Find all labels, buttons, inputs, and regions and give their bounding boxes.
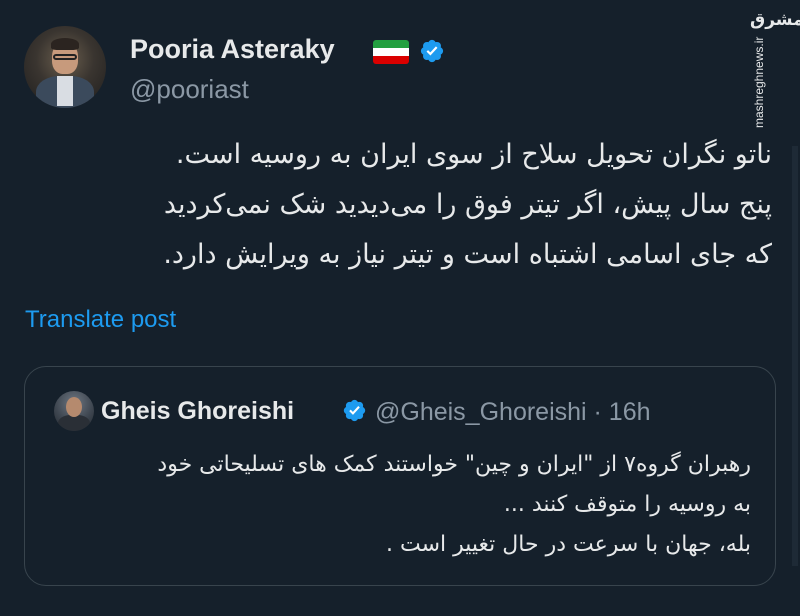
quoted-tweet-text: رهبران گروه۷ از "ایران و چین" خواستند کم…	[49, 445, 751, 565]
avatar-hair	[51, 38, 79, 50]
scrollbar[interactable]	[792, 146, 798, 566]
author-avatar[interactable]	[24, 26, 106, 108]
tweet-line: که جای اسامی اشتباه است و تیتر نیاز به و…	[163, 239, 772, 270]
quoted-avatar-body	[58, 415, 90, 431]
iran-flag-icon	[373, 40, 409, 64]
quoted-avatar-head	[66, 397, 82, 417]
flag-stripe-red	[373, 56, 409, 64]
flag-stripe-green	[373, 40, 409, 48]
quoted-author-handle-time[interactable]: @Gheis_Ghoreishi · 16h	[375, 398, 651, 427]
quoted-verified-badge-icon	[343, 399, 366, 422]
quoted-author-name[interactable]: Gheis Ghoreishi	[101, 397, 294, 426]
tweet-text: ناتو نگران تحویل سلاح از سوی ایران به رو…	[30, 130, 772, 280]
verified-badge-icon[interactable]	[419, 38, 445, 64]
tweet-line: ناتو نگران تحویل سلاح از سوی ایران به رو…	[175, 139, 772, 170]
author-name[interactable]: Pooria Asteraky	[130, 34, 335, 65]
author-handle[interactable]: @pooriast	[130, 74, 249, 105]
tweet-line: پنج سال پیش، اگر تیتر فوق را می‌دیدید شک…	[163, 189, 772, 220]
translate-post-link[interactable]: Translate post	[25, 306, 176, 334]
flag-stripe-white	[373, 48, 409, 56]
avatar-glasses	[53, 54, 77, 60]
watermark-logo: مشرق	[750, 10, 800, 30]
quoted-tweet-line: بله، جهان با سرعت در حال تغییر است .	[386, 532, 751, 557]
quoted-author-avatar[interactable]	[54, 391, 94, 431]
avatar-shirt	[57, 76, 73, 106]
quoted-tweet-line: رهبران گروه۷ از "ایران و چین" خواستند کم…	[157, 452, 751, 477]
quoted-tweet[interactable]: Gheis Ghoreishi @Gheis_Ghoreishi · 16h ر…	[24, 366, 776, 586]
quoted-tweet-line: به روسیه را متوقف کنند ...	[503, 492, 751, 517]
watermark-site: mashreghnews.ir	[752, 36, 766, 128]
